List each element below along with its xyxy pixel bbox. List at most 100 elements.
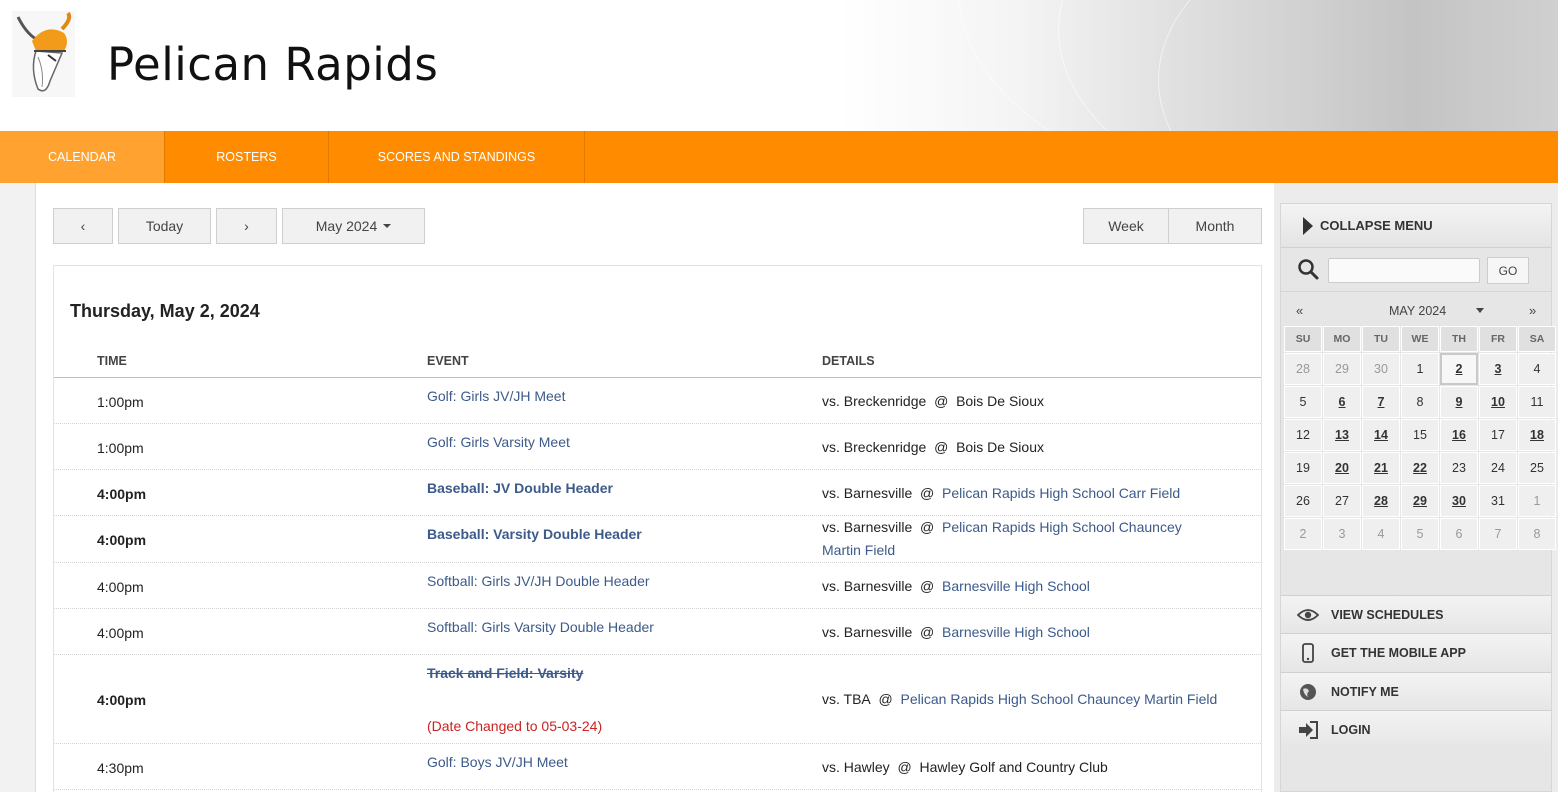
calendar-day[interactable]: 24 [1479, 452, 1517, 484]
calendar-day[interactable]: 18 [1518, 419, 1556, 451]
event-row: 1:00pm Golf: Girls Varsity Meet vs. Brec… [54, 424, 1261, 470]
nav-scores-standings[interactable]: SCORES AND STANDINGS [329, 131, 585, 183]
calendar-dow-label: WE [1401, 326, 1439, 352]
triangle-right-icon [1303, 216, 1313, 235]
calendar-day[interactable]: 2 [1284, 518, 1322, 550]
event-time: 4:00pm [97, 692, 147, 708]
collapse-menu-label: COLLAPSE MENU [1320, 218, 1433, 233]
calendar-day[interactable]: 28 [1284, 353, 1322, 385]
week-view-button[interactable]: Week [1083, 208, 1169, 244]
at-sign: @ [920, 485, 935, 501]
calendar-day[interactable]: 4 [1362, 518, 1400, 550]
event-link[interactable]: Baseball: Varsity Double Header [427, 526, 642, 542]
calendar-day[interactable]: 30 [1440, 485, 1478, 517]
event-link[interactable]: Softball: Girls JV/JH Double Header [427, 573, 650, 589]
search-go-button[interactable]: GO [1487, 257, 1529, 284]
calendar-day[interactable]: 27 [1323, 485, 1361, 517]
location-link[interactable]: Barnesville High School [942, 578, 1090, 594]
location-link[interactable]: Barnesville High School [942, 624, 1090, 640]
calendar-day[interactable]: 20 [1323, 452, 1361, 484]
opponent: vs. Hawley [822, 759, 890, 775]
calendar-day[interactable]: 8 [1401, 386, 1439, 418]
event-link[interactable]: Baseball: JV Double Header [427, 480, 613, 496]
nav-calendar[interactable]: CALENDAR [0, 131, 165, 183]
caret-down-icon [1476, 308, 1484, 313]
calendar-day[interactable]: 5 [1284, 386, 1322, 418]
event-time: 4:00pm [97, 532, 147, 548]
site-title[interactable]: Pelican Rapids [107, 38, 438, 91]
calendar-day[interactable]: 2 [1440, 353, 1478, 385]
calendar-day[interactable]: 29 [1323, 353, 1361, 385]
location-link[interactable]: Pelican Rapids High School Chauncey Mart… [901, 691, 1218, 707]
calendar-dow-label: MO [1323, 326, 1361, 352]
column-header-time: TIME [97, 354, 127, 368]
nav-rosters[interactable]: ROSTERS [165, 131, 329, 183]
calendar-day[interactable]: 22 [1401, 452, 1439, 484]
event-time: 4:00pm [97, 486, 147, 502]
prev-button[interactable]: ‹ [53, 208, 113, 244]
calendar-day[interactable]: 14 [1362, 419, 1400, 451]
collapse-menu-button[interactable]: COLLAPSE MENU [1281, 204, 1551, 248]
globe-icon [1297, 681, 1319, 703]
search-icon [1298, 259, 1319, 280]
location-link[interactable]: Pelican Rapids High School Carr Field [942, 485, 1180, 501]
mobile-app-button[interactable]: GET THE MOBILE APP [1281, 633, 1551, 671]
caret-down-icon [383, 224, 392, 228]
location: Bois De Sioux [956, 439, 1044, 455]
event-link[interactable]: Golf: Boys JV/JH Meet [427, 754, 568, 770]
next-button[interactable]: › [216, 208, 277, 244]
phone-icon [1297, 642, 1319, 664]
calendar-day[interactable]: 3 [1479, 353, 1517, 385]
calendar-day[interactable]: 11 [1518, 386, 1556, 418]
event-details: vs. TBA @ Pelican Rapids High School Cha… [822, 688, 1222, 711]
event-time: 1:00pm [97, 394, 144, 410]
calendar-day[interactable]: 19 [1284, 452, 1322, 484]
event-link-cancelled[interactable]: Track and Field: Varsity [427, 665, 583, 681]
event-link[interactable]: Golf: Girls Varsity Meet [427, 434, 570, 450]
month-view-button[interactable]: Month [1168, 208, 1262, 244]
calendar-day[interactable]: 8 [1518, 518, 1556, 550]
calendar-day[interactable]: 30 [1362, 353, 1400, 385]
calendar-day[interactable]: 31 [1479, 485, 1517, 517]
calendar-day[interactable]: 10 [1479, 386, 1517, 418]
event-link[interactable]: Golf: Girls JV/JH Meet [427, 388, 565, 404]
calendar-day[interactable]: 6 [1440, 518, 1478, 550]
login-icon [1297, 719, 1319, 741]
calendar-day[interactable]: 21 [1362, 452, 1400, 484]
event-details: vs. Barnesville @ Barnesville High Schoo… [822, 621, 1222, 644]
calendar-day[interactable]: 7 [1362, 386, 1400, 418]
calendar-day[interactable]: 6 [1323, 386, 1361, 418]
calendar-day[interactable]: 12 [1284, 419, 1322, 451]
calendar-day[interactable]: 13 [1323, 419, 1361, 451]
calendar-day[interactable]: 28 [1362, 485, 1400, 517]
viking-logo[interactable] [12, 11, 75, 97]
calendar-day[interactable]: 3 [1323, 518, 1361, 550]
header-background [838, 0, 1558, 131]
calendar-day[interactable]: 15 [1401, 419, 1439, 451]
calendar-next-month[interactable]: » [1529, 303, 1536, 318]
today-button[interactable]: Today [118, 208, 211, 244]
calendar-month-label[interactable]: MAY 2024 [1389, 304, 1446, 318]
calendar-day[interactable]: 7 [1479, 518, 1517, 550]
calendar-day[interactable]: 23 [1440, 452, 1478, 484]
calendar-day[interactable]: 1 [1401, 353, 1439, 385]
event-link[interactable]: Softball: Girls Varsity Double Header [427, 619, 654, 635]
calendar-day[interactable]: 4 [1518, 353, 1556, 385]
month-dropdown[interactable]: May 2024 [282, 208, 425, 244]
notify-me-button[interactable]: NOTIFY ME [1281, 672, 1551, 710]
calendar-day[interactable]: 17 [1479, 419, 1517, 451]
view-schedules-button[interactable]: VIEW SCHEDULES [1281, 595, 1551, 633]
calendar-day[interactable]: 5 [1401, 518, 1439, 550]
calendar-day[interactable]: 29 [1401, 485, 1439, 517]
login-button[interactable]: LOGIN [1281, 710, 1551, 748]
calendar-day[interactable]: 16 [1440, 419, 1478, 451]
date-changed-note: (Date Changed to 05-03-24) [427, 718, 603, 734]
calendar-day[interactable]: 26 [1284, 485, 1322, 517]
calendar-prev-month[interactable]: « [1296, 303, 1303, 318]
column-header-details: DETAILS [822, 354, 875, 368]
calendar-day[interactable]: 25 [1518, 452, 1556, 484]
event-details: vs. Breckenridge @ Bois De Sioux [822, 390, 1222, 413]
calendar-day[interactable]: 9 [1440, 386, 1478, 418]
search-input[interactable] [1328, 258, 1480, 283]
calendar-day[interactable]: 1 [1518, 485, 1556, 517]
